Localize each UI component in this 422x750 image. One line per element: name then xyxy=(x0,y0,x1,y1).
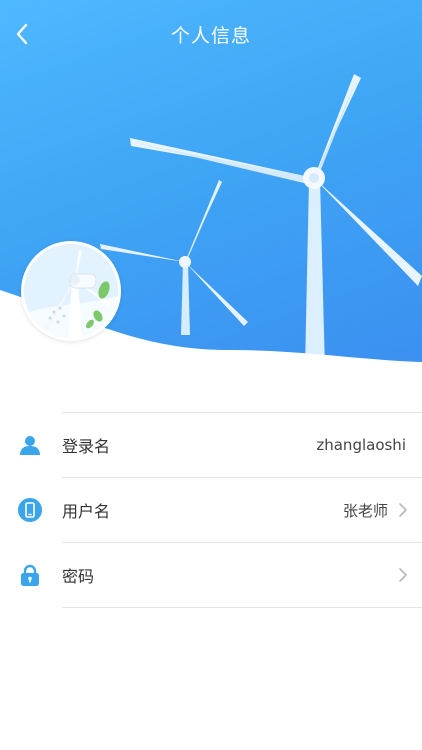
page-title: 个人信息 xyxy=(170,24,251,47)
lock-icon xyxy=(18,563,42,587)
small-turbine-illustration xyxy=(100,180,248,335)
nav-bar: 个人信息 xyxy=(0,12,422,56)
chevron-right-icon xyxy=(399,503,407,517)
divider xyxy=(62,607,422,608)
chevron-right-icon xyxy=(399,568,407,582)
large-turbine-illustration xyxy=(130,74,422,370)
avatar[interactable] xyxy=(21,241,121,341)
row-login-name[interactable]: 登录名 zhanglaoshi xyxy=(0,413,422,477)
wind-turbine-avatar-icon xyxy=(24,244,118,338)
user-icon xyxy=(18,433,42,457)
row-password[interactable]: 密码 xyxy=(0,543,422,607)
row-label: 用户名 xyxy=(62,502,111,521)
row-label: 登录名 xyxy=(62,437,111,456)
back-button[interactable] xyxy=(6,18,38,50)
chevron-left-icon xyxy=(16,23,28,45)
row-value: 张老师 xyxy=(342,501,388,520)
row-label: 密码 xyxy=(62,567,95,586)
row-value: zhanglaoshi xyxy=(316,436,406,454)
row-user-name[interactable]: 用户名 张老师 xyxy=(0,478,422,542)
profile-info-list: 登录名 zhanglaoshi 用户名 张老师 密码 xyxy=(0,412,422,608)
phone-icon xyxy=(18,498,42,522)
